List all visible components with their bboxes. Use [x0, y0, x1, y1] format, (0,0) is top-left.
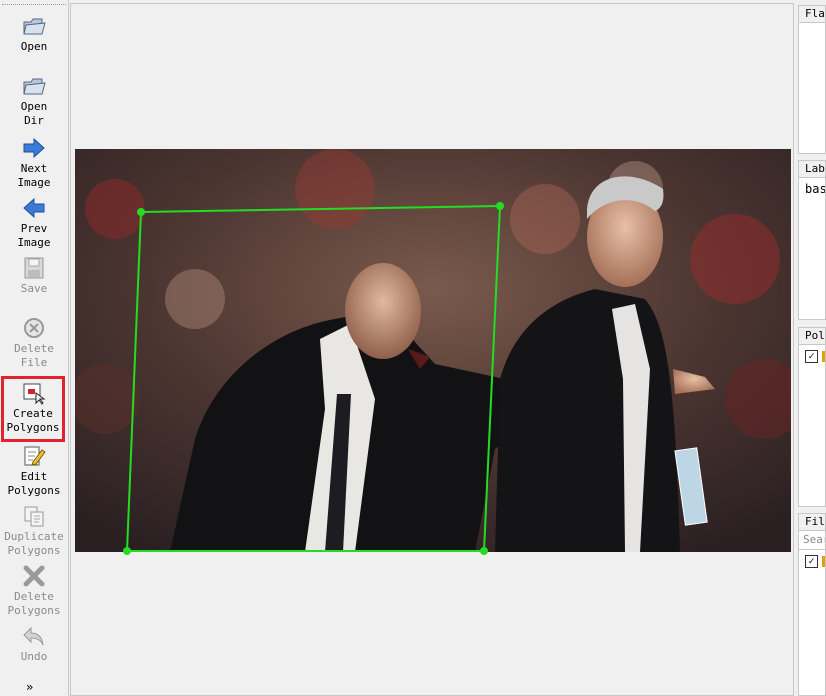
- delete-polygons-button[interactable]: Delete Polygons: [0, 564, 68, 618]
- create-polygons-button[interactable]: Create Polygons: [1, 376, 65, 442]
- undo-button[interactable]: Undo: [0, 624, 68, 664]
- arrow-left-icon: [23, 197, 45, 219]
- left-toolbar: Open Open Dir Next Image Prev Image Save…: [0, 0, 69, 696]
- file-list-dock-title[interactable]: File List: [799, 514, 825, 531]
- label-list-dock-title[interactable]: Label List: [799, 161, 825, 178]
- cross-icon: [23, 565, 45, 587]
- flags-dock: Flags: [798, 5, 826, 154]
- toolbar-overflow-button[interactable]: »: [26, 680, 33, 694]
- annotated-photo: [75, 149, 791, 552]
- create-polygon-icon: [23, 383, 46, 405]
- file-status-swatch: [822, 556, 825, 567]
- undo-icon: [23, 626, 44, 646]
- delete-circle-icon: [24, 318, 44, 338]
- open-dir-button[interactable]: Open Dir: [0, 74, 68, 128]
- file-list-row[interactable]: ✓: [799, 550, 825, 568]
- duplicate-icon: [24, 506, 44, 527]
- folder-icon: [23, 78, 46, 95]
- next-image-button[interactable]: Next Image: [0, 136, 68, 190]
- polygon-label-row[interactable]: ✓: [799, 345, 825, 363]
- checkbox-icon[interactable]: ✓: [805, 350, 818, 363]
- flags-dock-title[interactable]: Flags: [799, 6, 825, 23]
- label-list-item[interactable]: basketball: [799, 178, 825, 196]
- photo-image: [75, 149, 791, 552]
- checkbox-icon[interactable]: ✓: [805, 555, 818, 568]
- toolbar-grip[interactable]: [2, 4, 66, 5]
- save-button[interactable]: Save: [0, 256, 68, 296]
- prev-image-button[interactable]: Prev Image: [0, 196, 68, 250]
- open-button[interactable]: Open: [0, 14, 68, 54]
- edit-icon: [24, 446, 46, 466]
- duplicate-polygons-button[interactable]: Duplicate Polygons: [0, 504, 68, 558]
- label-list-dock: Label List basketball: [798, 160, 826, 320]
- arrow-right-icon: [23, 137, 45, 159]
- polygon-labels-dock: Polygon Labels ✓: [798, 327, 826, 507]
- label-color-swatch: [822, 351, 825, 362]
- search-input[interactable]: Search Filename: [799, 531, 825, 550]
- folder-icon: [23, 18, 46, 35]
- save-icon: [24, 257, 44, 279]
- delete-file-button[interactable]: Delete File: [0, 316, 68, 370]
- polygon-labels-dock-title[interactable]: Polygon Labels: [799, 328, 825, 345]
- edit-polygons-button[interactable]: Edit Polygons: [0, 444, 68, 498]
- file-list-dock: File List Search Filename ✓: [798, 513, 826, 696]
